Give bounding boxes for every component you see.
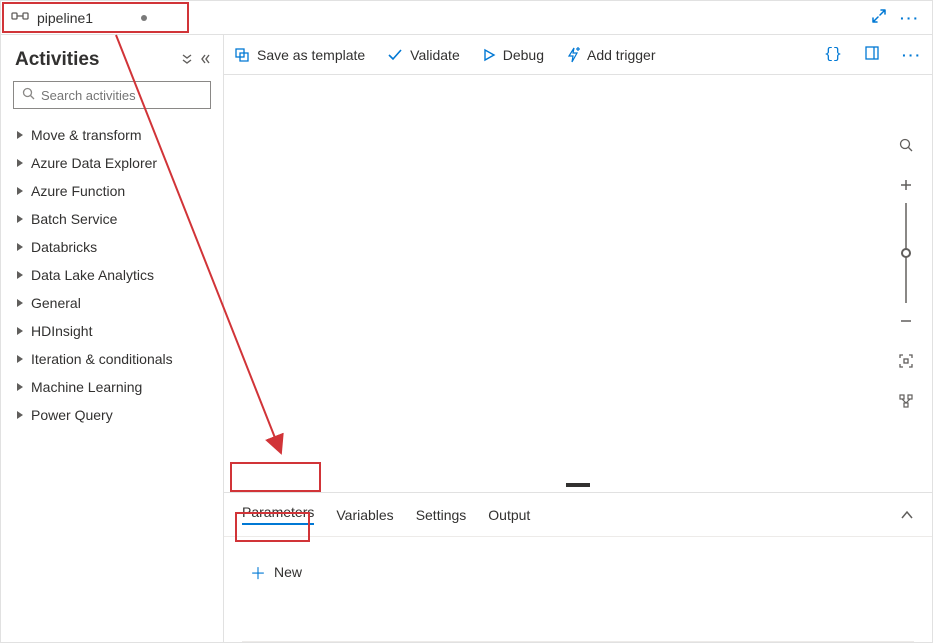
activity-category-azure-data-explorer[interactable]: Azure Data Explorer xyxy=(9,149,215,177)
tool-label: Add trigger xyxy=(587,47,655,63)
code-braces-icon[interactable]: {} xyxy=(824,46,842,63)
new-parameter-button[interactable]: ＋ New xyxy=(242,555,316,589)
activity-category-label: Data Lake Analytics xyxy=(31,267,154,283)
plus-icon: ＋ xyxy=(250,560,266,584)
add-trigger-button[interactable]: Add trigger xyxy=(566,47,655,63)
activity-category-label: Azure Data Explorer xyxy=(31,155,157,171)
activity-category-label: Move & transform xyxy=(31,127,141,143)
properties-panel: Parameters Variables Settings Output ＋ N… xyxy=(224,492,932,642)
activity-category-hdinsight[interactable]: HDInsight xyxy=(9,317,215,345)
tab-output[interactable]: Output xyxy=(488,507,530,523)
activity-category-label: General xyxy=(31,295,81,311)
zoom-slider-thumb[interactable] xyxy=(901,248,911,258)
search-activities-field[interactable] xyxy=(41,88,217,103)
activity-category-machine-learning[interactable]: Machine Learning xyxy=(9,373,215,401)
play-icon xyxy=(482,48,496,62)
expand-triangle-icon xyxy=(17,383,23,391)
pipeline-canvas[interactable] xyxy=(224,75,932,492)
activity-category-move-transform[interactable]: Move & transform xyxy=(9,121,215,149)
chevrons-left-icon[interactable] xyxy=(199,53,211,68)
fit-to-screen-icon[interactable] xyxy=(892,347,920,375)
activity-category-label: Batch Service xyxy=(31,211,117,227)
expand-triangle-icon xyxy=(17,271,23,279)
expand-triangle-icon xyxy=(17,355,23,363)
zoom-rail xyxy=(892,131,920,415)
more-icon[interactable]: ··· xyxy=(902,47,922,63)
activity-category-data-lake-analytics[interactable]: Data Lake Analytics xyxy=(9,261,215,289)
expand-triangle-icon xyxy=(17,327,23,335)
activity-category-general[interactable]: General xyxy=(9,289,215,317)
new-button-label: New xyxy=(274,564,302,580)
expand-triangle-icon xyxy=(17,243,23,251)
panel-resize-handle[interactable] xyxy=(566,483,590,487)
tab-label: Output xyxy=(488,507,530,523)
tab-variables[interactable]: Variables xyxy=(336,507,393,523)
tab-title: pipeline1 xyxy=(37,10,93,26)
checkmark-icon xyxy=(387,47,403,63)
save-as-template-button[interactable]: Save as template xyxy=(234,47,365,63)
canvas-search-icon[interactable] xyxy=(892,131,920,159)
canvas-toolbar: Save as template Validate Debug Add trig… xyxy=(224,35,932,75)
tab-label: Parameters xyxy=(242,504,314,520)
divider xyxy=(242,641,914,642)
expand-triangle-icon xyxy=(17,215,23,223)
tab-label: Variables xyxy=(336,507,393,523)
zoom-slider[interactable] xyxy=(905,203,907,303)
activity-category-power-query[interactable]: Power Query xyxy=(9,401,215,429)
activity-category-label: Databricks xyxy=(31,239,97,255)
tool-label: Save as template xyxy=(257,47,365,63)
lightning-icon xyxy=(566,47,580,63)
debug-button[interactable]: Debug xyxy=(482,47,544,63)
zoom-in-button[interactable] xyxy=(892,171,920,199)
expand-triangle-icon xyxy=(17,299,23,307)
unsaved-dot-icon xyxy=(141,15,147,21)
activities-sidebar: Activities Move & transform Azure Data E… xyxy=(1,35,224,642)
expand-triangle-icon xyxy=(17,131,23,139)
collapse-panel-icon[interactable] xyxy=(900,507,914,523)
search-icon xyxy=(22,87,35,103)
expand-triangle-icon xyxy=(17,159,23,167)
pipeline-tab[interactable]: pipeline1 xyxy=(1,1,161,34)
tool-label: Debug xyxy=(503,47,544,63)
chevrons-down-icon[interactable] xyxy=(181,53,193,68)
expand-icon[interactable] xyxy=(872,9,886,26)
activity-category-label: Power Query xyxy=(31,407,113,423)
tab-label: Settings xyxy=(416,507,467,523)
activity-category-label: Machine Learning xyxy=(31,379,142,395)
expand-triangle-icon xyxy=(17,411,23,419)
save-template-icon xyxy=(234,47,250,63)
activity-category-azure-function[interactable]: Azure Function xyxy=(9,177,215,205)
tab-settings[interactable]: Settings xyxy=(416,507,467,523)
activity-category-label: Azure Function xyxy=(31,183,125,199)
validate-button[interactable]: Validate xyxy=(387,47,460,63)
sidebar-title: Activities xyxy=(15,49,181,71)
expand-triangle-icon xyxy=(17,187,23,195)
activity-category-batch-service[interactable]: Batch Service xyxy=(9,205,215,233)
search-activities-input[interactable] xyxy=(13,81,211,109)
zoom-out-button[interactable] xyxy=(892,307,920,335)
properties-panel-icon[interactable] xyxy=(864,45,880,64)
pipeline-icon xyxy=(11,9,29,26)
activity-category-label: HDInsight xyxy=(31,323,92,339)
auto-layout-icon[interactable] xyxy=(892,387,920,415)
more-icon[interactable]: ··· xyxy=(900,10,920,26)
activity-category-iteration-conditionals[interactable]: Iteration & conditionals xyxy=(9,345,215,373)
tool-label: Validate xyxy=(410,47,460,63)
activity-category-label: Iteration & conditionals xyxy=(31,351,173,367)
tab-parameters[interactable]: Parameters xyxy=(242,504,314,525)
activity-category-databricks[interactable]: Databricks xyxy=(9,233,215,261)
